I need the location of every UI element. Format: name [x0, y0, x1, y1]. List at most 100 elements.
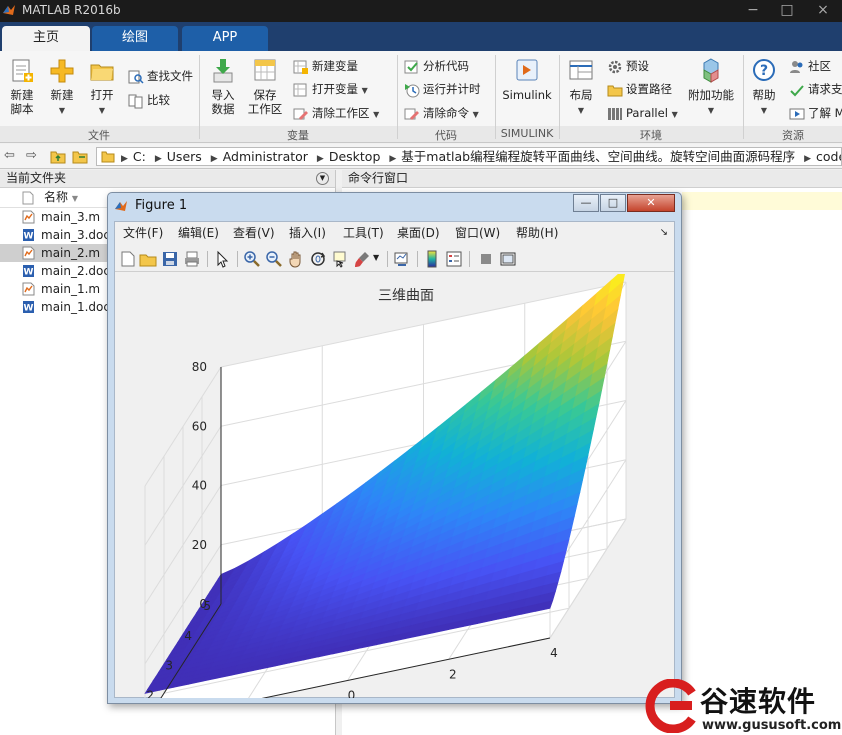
save-workspace-button[interactable]: 保存 工作区	[245, 57, 285, 116]
new-variable-button[interactable]: 新建变量	[293, 57, 358, 75]
group-label-file: 文件	[88, 129, 110, 142]
brush-icon[interactable]	[353, 250, 371, 268]
new-script-label: 新建 脚本	[10, 88, 34, 116]
simulink-button[interactable]: Simulink	[502, 57, 552, 102]
svg-text:W: W	[24, 304, 34, 314]
layout-button[interactable]: 布局 ▼	[563, 57, 599, 118]
figure-titlebar: Figure 1 — □ ✕	[108, 193, 681, 219]
pointer-icon[interactable]	[213, 250, 231, 268]
minimize-icon[interactable]: −	[738, 2, 768, 20]
back-arrow-icon[interactable]: ⇦	[4, 148, 15, 163]
open-button[interactable]: 打开 ▼	[86, 57, 118, 118]
menu-help[interactable]: 帮助(H)	[516, 222, 558, 244]
open-file-icon[interactable]	[139, 250, 157, 268]
menu-tools[interactable]: 工具(T)	[343, 222, 384, 244]
menu-view[interactable]: 查看(V)	[233, 222, 275, 244]
link-plot-icon[interactable]	[393, 250, 411, 268]
figure-minimize-button[interactable]: —	[573, 194, 599, 212]
community-button[interactable]: 社区	[789, 57, 831, 75]
addons-icon	[703, 58, 719, 83]
preferences-label: 预设	[626, 59, 649, 73]
hide-plot-tools-icon[interactable]	[477, 250, 495, 268]
show-plot-tools-icon[interactable]	[499, 250, 517, 268]
parallel-button[interactable]: Parallel ▼	[607, 104, 678, 122]
group-label-variable: 变量	[287, 129, 309, 142]
new-script-icon	[12, 59, 33, 82]
new-button[interactable]: 新建 ▼	[46, 57, 78, 118]
zoom-in-icon[interactable]	[243, 250, 261, 268]
layout-icon	[569, 60, 593, 80]
clear-commands-button[interactable]: 清除命令 ▼	[404, 104, 479, 122]
up-folder-icon[interactable]	[50, 149, 66, 164]
clear-workspace-button[interactable]: 清除工作区 ▼	[293, 104, 379, 122]
breadcrumb-segment[interactable]: code	[816, 149, 841, 164]
find-files-button[interactable]: 查找文件	[128, 67, 193, 85]
folder-icon	[101, 151, 115, 163]
y-tick-label: 5	[203, 599, 211, 613]
word-doc-icon: W	[23, 301, 34, 314]
z-tick-label: 80	[192, 360, 207, 374]
x-tick-label: 0	[348, 689, 356, 699]
save-icon[interactable]	[161, 250, 179, 268]
y-tick-label: 2	[146, 688, 154, 698]
colorbar-icon[interactable]	[423, 250, 441, 268]
compare-button[interactable]: 比较	[128, 91, 170, 109]
rotate-3d-icon[interactable]	[309, 250, 327, 268]
window-titlebar: MATLAB R2016b − □ ×	[0, 0, 842, 22]
new-script-button[interactable]: 新建 脚本	[4, 57, 40, 116]
learn-matlab-button[interactable]: 了解 M	[789, 104, 842, 122]
dock-arrow-icon[interactable]: ↘	[660, 222, 668, 244]
menu-insert[interactable]: 插入(I)	[289, 222, 326, 244]
set-path-button[interactable]: 设置路径	[607, 80, 672, 98]
browse-folder-icon[interactable]	[72, 149, 88, 164]
menu-window[interactable]: 窗口(W)	[455, 222, 500, 244]
tab-home[interactable]: 主页	[2, 26, 90, 51]
preferences-button[interactable]: 预设	[607, 57, 649, 75]
close-icon[interactable]: ×	[808, 2, 838, 20]
surface-plot[interactable]: 三维曲面 020406080-4-202412345	[115, 274, 674, 698]
legend-icon[interactable]	[445, 250, 463, 268]
forward-arrow-icon[interactable]: ⇨	[26, 148, 37, 163]
zoom-out-icon[interactable]	[265, 250, 283, 268]
new-figure-icon[interactable]	[119, 250, 137, 268]
print-icon[interactable]	[183, 250, 201, 268]
menu-file[interactable]: 文件(F)	[123, 222, 163, 244]
new-variable-icon	[293, 60, 308, 74]
clear-commands-label: 清除命令	[423, 106, 469, 120]
breadcrumb-segment[interactable]: C:	[133, 149, 146, 164]
tab-apps[interactable]: APP	[182, 26, 268, 51]
menu-edit[interactable]: 编辑(E)	[178, 222, 219, 244]
addons-button[interactable]: 附加功能 ▼	[686, 57, 736, 118]
run-and-time-button[interactable]: 运行并计时	[404, 80, 481, 98]
analyze-code-button[interactable]: 分析代码	[404, 57, 469, 75]
addons-label: 附加功能	[688, 88, 734, 102]
breadcrumb-segment[interactable]: 基于matlab编程编程旋转平面曲线、空间曲线。旋转空间曲面源码程序	[401, 149, 795, 164]
data-cursor-icon[interactable]	[331, 250, 349, 268]
figure-title: Figure 1	[135, 198, 188, 213]
breadcrumb-segment[interactable]: Users	[167, 149, 202, 164]
breadcrumb-segment[interactable]: Administrator	[223, 149, 308, 164]
request-support-label: 请求支	[808, 82, 842, 96]
import-icon	[213, 59, 233, 83]
path-breadcrumb[interactable]: ▶ C: ▶ Users ▶ Administrator ▶ Desktop ▶ 基于ma…	[96, 147, 842, 166]
z-tick-label: 20	[192, 538, 207, 552]
import-data-button[interactable]: 导入 数据	[204, 57, 242, 116]
gear-icon	[608, 60, 622, 73]
set-path-label: 设置路径	[626, 82, 672, 96]
panel-menu-icon[interactable]: ▼	[316, 172, 329, 185]
pan-hand-icon[interactable]	[287, 250, 305, 268]
maximize-icon[interactable]: □	[772, 2, 802, 20]
open-variable-button[interactable]: 打开变量 ▼	[293, 80, 368, 98]
brush-dropdown-icon[interactable]: ▼	[373, 253, 379, 262]
name-column-header[interactable]: 名称 ▼	[44, 188, 78, 208]
file-name: main_2.doc	[41, 264, 110, 278]
figure-close-button[interactable]: ✕	[627, 194, 675, 212]
learn-icon	[789, 108, 805, 119]
help-button[interactable]: ? 帮助 ▼	[747, 57, 781, 118]
menu-desktop[interactable]: 桌面(D)	[397, 222, 440, 244]
breadcrumb-segment[interactable]: Desktop	[329, 149, 381, 164]
tab-plots[interactable]: 绘图	[92, 26, 178, 51]
figure-maximize-button[interactable]: □	[600, 194, 626, 212]
find-files-icon	[128, 70, 144, 84]
request-support-button[interactable]: 请求支	[789, 80, 842, 98]
